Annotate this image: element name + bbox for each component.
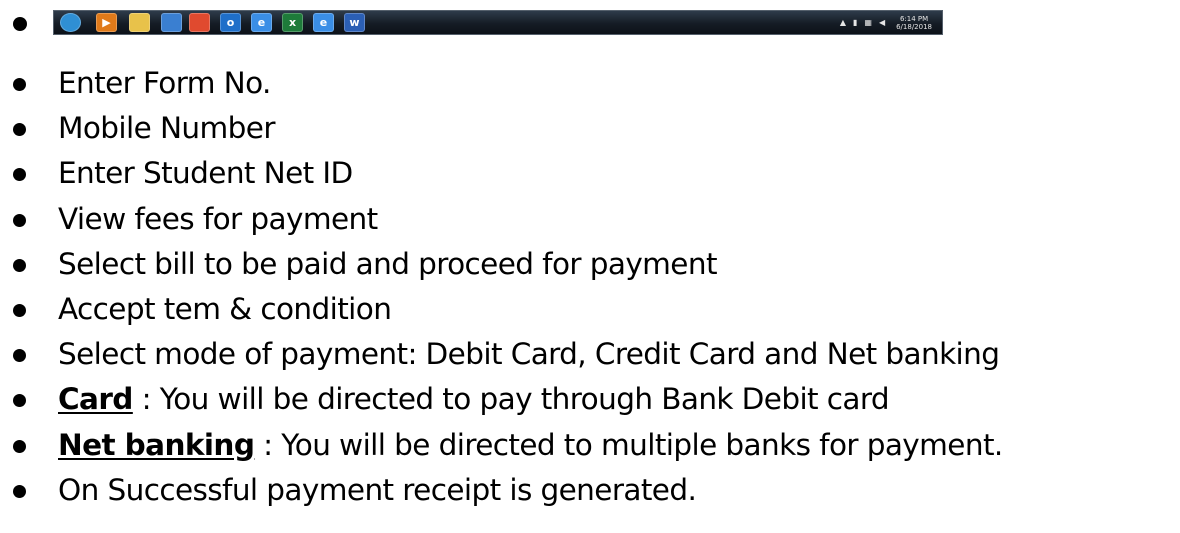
chrome-icon[interactable]: [189, 13, 210, 32]
bullet-icon: [13, 258, 26, 272]
list-item-text: On Successful payment receipt is generat…: [58, 472, 697, 507]
bullet-icon: [13, 439, 26, 453]
list-item-text: View fees for payment: [58, 201, 378, 236]
list-item-keyword: Card: [58, 382, 133, 417]
bullet-icon: [13, 484, 26, 498]
show-hidden-icons-icon[interactable]: ▲: [840, 18, 846, 27]
list-item-text: Enter Student Net ID: [58, 156, 353, 191]
bullet-icon: [13, 213, 26, 227]
taskbar-bullet: [13, 17, 27, 31]
bullet-icon: [13, 168, 26, 182]
internet-explorer-icon[interactable]: e: [251, 13, 272, 32]
list-item-text: Select bill to be paid and proceed for p…: [58, 246, 718, 281]
media-player-icon[interactable]: ▶: [96, 13, 117, 32]
bullet-icon: [13, 303, 26, 317]
windows-taskbar: ▶ o e x e w ▲ ▮ ▦ ◀ 6:14 PM 6/18/2018: [53, 10, 943, 35]
list-item: Enter Student Net ID: [0, 151, 1003, 196]
outlook-icon[interactable]: o: [220, 13, 241, 32]
list-item: Select bill to be paid and proceed for p…: [0, 242, 1003, 287]
bullet-icon: [13, 78, 26, 91]
list-item-keyword: Net banking: [58, 427, 255, 462]
clock-time: 6:14 PM: [899, 14, 929, 23]
list-item: Accept tem & condition: [0, 287, 1003, 332]
bullet-icon: [13, 394, 26, 408]
clock-date: 6/18/2018: [896, 22, 932, 31]
list-item: Enter Form No.: [0, 61, 1003, 106]
volume-icon[interactable]: ◀: [879, 18, 885, 27]
list-item: On Successful payment receipt is generat…: [0, 468, 1003, 513]
list-item: Card : You will be directed to pay throu…: [0, 377, 1003, 422]
clock[interactable]: 6:14 PM 6/18/2018: [896, 15, 932, 31]
list-item: View fees for payment: [0, 197, 1003, 242]
list-item-text: Select mode of payment: Debit Card, Cred…: [58, 337, 1000, 372]
internet-explorer-icon-2[interactable]: e: [313, 13, 334, 32]
list-item: Select mode of payment: Debit Card, Cred…: [0, 332, 1003, 377]
system-tray: ▲ ▮ ▦ ◀ 6:14 PM 6/18/2018: [840, 11, 932, 34]
word-icon[interactable]: w: [344, 13, 365, 32]
list-item-text: : You will be directed to multiple banks…: [254, 427, 1003, 462]
file-explorer-icon[interactable]: [129, 13, 150, 32]
list-item-text: Accept tem & condition: [58, 291, 392, 326]
list-item: Mobile Number: [0, 106, 1003, 151]
bullet-icon: [13, 123, 26, 137]
excel-icon[interactable]: x: [282, 13, 303, 32]
network-tray-icon[interactable]: ▦: [864, 18, 872, 27]
instructions-list: Enter Form No. Mobile Number Enter Student…: [0, 61, 1003, 513]
list-item: Net banking : You will be directed to mu…: [0, 423, 1003, 468]
bullet-icon: [13, 349, 26, 363]
start-orb-icon[interactable]: [60, 13, 81, 32]
list-item-text: Mobile Number: [58, 111, 275, 146]
list-item-text: Enter Form No.: [58, 66, 271, 100]
network-icon[interactable]: [161, 13, 182, 32]
power-icon[interactable]: ▮: [853, 18, 857, 27]
list-item-text: : You will be directed to pay through Ba…: [132, 382, 890, 417]
